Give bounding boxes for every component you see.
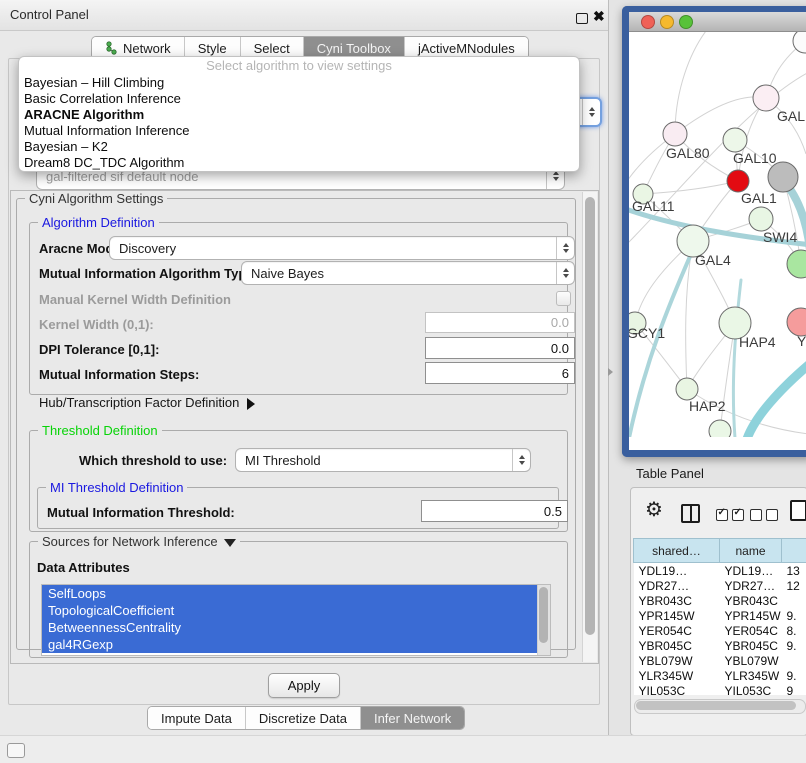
which-threshold-combo[interactable]: MI Threshold bbox=[235, 448, 531, 472]
node-table: shared… name A YDL19…YDL19…13YDR27…YDR27… bbox=[633, 538, 806, 695]
table-row[interactable]: YBR045CYBR045C9. bbox=[634, 638, 806, 653]
table-row[interactable]: YBL079WYBL079W bbox=[634, 653, 806, 668]
zoom-traffic-light-icon[interactable] bbox=[679, 15, 693, 29]
data-attributes-list[interactable]: SelfLoops TopologicalCoefficient Between… bbox=[41, 584, 551, 656]
svg-text:Y: Y bbox=[797, 333, 806, 349]
network-view-window: GAL80 GAL10 GAL GAL1 GAL11 SWI4 GAL4 GCY1 HAP4 Y H… bbox=[622, 6, 806, 457]
new-document-icon[interactable] bbox=[790, 500, 806, 521]
table-panel-title: Table Panel bbox=[636, 466, 704, 481]
table-row[interactable]: YLR345WYLR345W9. bbox=[634, 668, 806, 683]
splitter-handle-icon[interactable] bbox=[608, 368, 613, 376]
cyni-settings-scrollpane: Cyni Algorithm Settings Algorithm Defini… bbox=[10, 190, 599, 664]
svg-text:HAP4: HAP4 bbox=[739, 334, 776, 350]
column-header[interactable]: A bbox=[782, 539, 806, 563]
mi-type-combo[interactable]: Naive Bayes bbox=[241, 261, 575, 285]
svg-text:GAL80: GAL80 bbox=[666, 145, 710, 161]
table-row[interactable]: YDL19…YDL19…13 bbox=[634, 563, 806, 579]
dropdown-item[interactable]: Dream8 DC_TDC Algorithm bbox=[19, 155, 579, 171]
bottom-tab-bar: Impute Data Discretize Data Infer Networ… bbox=[147, 706, 465, 730]
hub-definition-toggle[interactable]: Hub/Transcription Factor Definition bbox=[39, 395, 255, 410]
svg-text:GAL10: GAL10 bbox=[733, 150, 777, 166]
svg-text:SWI4: SWI4 bbox=[763, 229, 797, 245]
tab-discretize-data[interactable]: Discretize Data bbox=[245, 707, 360, 729]
deselect-all-checkboxes-icon[interactable] bbox=[750, 509, 778, 521]
table-row[interactable]: YIL053CYIL053C9 bbox=[634, 683, 806, 695]
table-panel: ⚙ shared… name A YDL19…YDL19…13YDR27…YDR… bbox=[630, 487, 806, 736]
status-strip bbox=[0, 735, 806, 763]
combo-stepper-icon bbox=[556, 262, 574, 284]
mi-steps-label: Mutual Information Steps: bbox=[39, 367, 199, 382]
algorithm-dropdown-list: Select algorithm to view settings Bayesi… bbox=[18, 56, 580, 172]
sources-title-toggle[interactable]: Sources for Network Inference bbox=[38, 534, 240, 549]
group-title: Cyni Algorithm Settings bbox=[25, 191, 167, 206]
mini-window-icon[interactable] bbox=[7, 743, 25, 758]
dropdown-placeholder: Select algorithm to view settings bbox=[19, 57, 579, 75]
tab-infer-network[interactable]: Infer Network bbox=[360, 707, 464, 729]
dpi-tolerance-label: DPI Tolerance [0,1]: bbox=[39, 342, 159, 357]
collapse-down-icon bbox=[224, 539, 236, 547]
combo-stepper-icon bbox=[512, 449, 530, 471]
list-item[interactable]: TopologicalCoefficient bbox=[42, 602, 550, 619]
select-all-checkboxes-icon[interactable] bbox=[716, 509, 744, 521]
dropdown-item[interactable]: Basic Correlation Inference bbox=[19, 91, 579, 107]
mi-steps-field[interactable]: 6 bbox=[425, 362, 575, 384]
svg-text:GCY1: GCY1 bbox=[629, 325, 665, 341]
attribute-table-body: YDL19…YDL19…13YDR27…YDR27…12YBR043CYBR04… bbox=[634, 563, 806, 696]
table-horizontal-scrollbar[interactable] bbox=[634, 699, 806, 714]
network-graph: GAL80 GAL10 GAL GAL1 GAL11 SWI4 GAL4 GCY1 HAP4 Y H… bbox=[629, 32, 806, 437]
dropdown-item[interactable]: Bayesian – Hill Climbing bbox=[19, 75, 579, 91]
close-traffic-light-icon[interactable] bbox=[641, 15, 655, 29]
close-icon[interactable]: ✖ bbox=[593, 8, 605, 25]
mi-threshold-label: Mutual Information Threshold: bbox=[47, 505, 235, 520]
gear-icon[interactable]: ⚙ bbox=[645, 497, 663, 522]
table-row[interactable]: YER054CYER054C8. bbox=[634, 623, 806, 638]
combo-stepper-icon bbox=[582, 99, 600, 125]
tab-impute-data[interactable]: Impute Data bbox=[148, 707, 245, 729]
dropdown-item[interactable]: Bayesian – K2 bbox=[19, 139, 579, 155]
group-title: Algorithm Definition bbox=[38, 215, 159, 230]
svg-text:GAL4: GAL4 bbox=[695, 252, 731, 268]
combo-stepper-icon bbox=[556, 237, 574, 259]
group-title: Threshold Definition bbox=[38, 423, 162, 438]
list-item[interactable]: SelfLoops bbox=[42, 585, 550, 602]
data-attributes-label: Data Attributes bbox=[37, 560, 130, 575]
float-window-icon[interactable] bbox=[576, 13, 588, 24]
table-row[interactable]: YBR043CYBR043C bbox=[634, 593, 806, 608]
control-panel-titlebar: Control Panel ✖ bbox=[0, 0, 608, 31]
svg-text:GAL: GAL bbox=[777, 108, 805, 124]
group-title: MI Threshold Definition bbox=[46, 480, 187, 495]
list-scrollbar[interactable] bbox=[537, 585, 550, 655]
network-icon bbox=[105, 41, 118, 55]
mi-type-label: Mutual Information Algorithm Type: bbox=[39, 266, 258, 281]
settings-scrollbar[interactable] bbox=[582, 192, 597, 662]
control-panel: Control Panel ✖ Network Style Select Cyn… bbox=[0, 0, 609, 736]
dpi-tolerance-field[interactable]: 0.0 bbox=[425, 337, 575, 359]
network-window-titlebar[interactable] bbox=[629, 12, 806, 32]
column-header[interactable]: name bbox=[720, 539, 782, 563]
kernel-width-label: Kernel Width (0,1): bbox=[39, 317, 154, 332]
manual-kernel-checkbox[interactable] bbox=[556, 291, 571, 306]
dropdown-item[interactable]: Mutual Information Inference bbox=[19, 123, 579, 139]
columns-icon[interactable] bbox=[681, 504, 700, 523]
manual-kernel-label: Manual Kernel Width Definition bbox=[39, 292, 231, 307]
expand-right-icon bbox=[247, 398, 255, 410]
table-row[interactable]: YDR27…YDR27…12 bbox=[634, 578, 806, 593]
minimize-traffic-light-icon[interactable] bbox=[660, 15, 674, 29]
aracne-mode-combo[interactable]: Discovery bbox=[109, 236, 575, 260]
svg-text:GAL11: GAL11 bbox=[632, 198, 675, 214]
svg-text:HAP2: HAP2 bbox=[689, 398, 726, 414]
list-item[interactable]: BetweennessCentrality bbox=[42, 619, 550, 636]
table-row[interactable]: YPR145WYPR145W9. bbox=[634, 608, 806, 623]
network-canvas[interactable]: GAL80 GAL10 GAL GAL1 GAL11 SWI4 GAL4 GCY1 HAP4 Y H… bbox=[629, 32, 806, 437]
mi-threshold-field[interactable]: 0.5 bbox=[421, 500, 568, 522]
tab-network-label: Network bbox=[123, 41, 171, 56]
dropdown-item-selected[interactable]: ARACNE Algorithm bbox=[19, 107, 579, 123]
svg-text:GAL1: GAL1 bbox=[741, 190, 777, 206]
apply-button[interactable]: Apply bbox=[268, 673, 340, 698]
kernel-width-field[interactable]: 0.0 bbox=[425, 312, 575, 333]
list-item[interactable]: gal4RGexp bbox=[42, 636, 550, 653]
column-header[interactable]: shared… bbox=[634, 539, 720, 563]
which-threshold-label: Which threshold to use: bbox=[79, 453, 227, 468]
control-panel-title: Control Panel bbox=[10, 7, 89, 22]
